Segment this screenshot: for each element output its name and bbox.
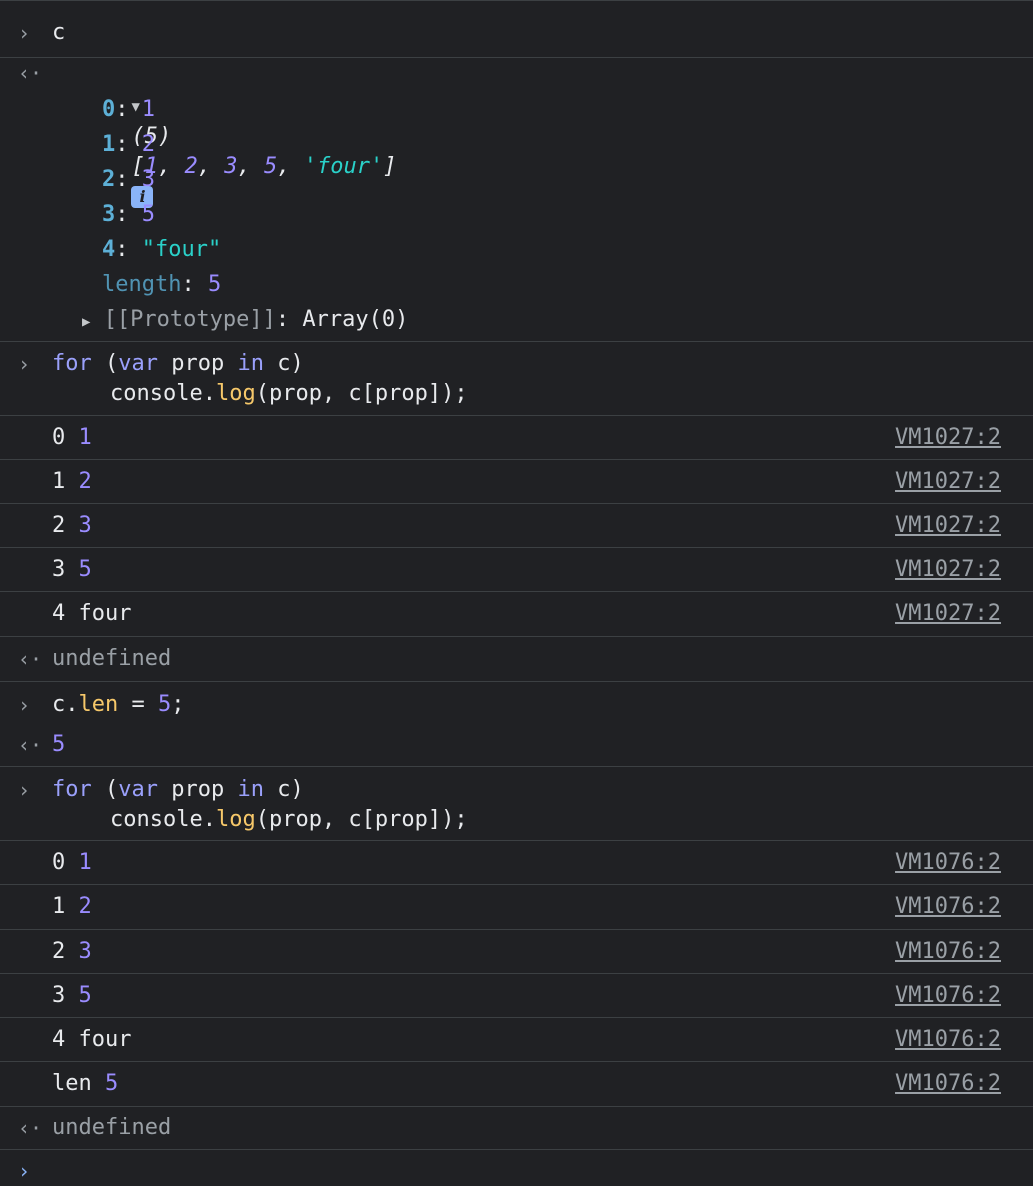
log-row: 1 2 VM1027:2 — [0, 460, 1033, 504]
item-key: 3 — [102, 202, 116, 227]
item-key: 0 — [102, 97, 116, 122]
prototype-label: [[Prototype]] — [103, 307, 276, 332]
log-key: 2 — [52, 513, 66, 538]
item-value: 2 — [141, 132, 155, 157]
input-prompt-icon: › — [18, 693, 31, 717]
result-value: 5 — [52, 732, 66, 757]
input-prompt-icon: › — [18, 352, 31, 376]
log-value: 1 — [78, 425, 92, 450]
log-key: 1 — [52, 469, 66, 494]
item-value: "four" — [141, 237, 222, 262]
output-arrow-icon: ‹· — [18, 1116, 43, 1140]
output-arrow-icon: ‹· — [18, 647, 43, 671]
log-row: len 5 VM1076:2 — [0, 1062, 1033, 1107]
log-value: 3 — [78, 513, 92, 538]
item-key: 2 — [102, 167, 116, 192]
source-link[interactable]: VM1027:2 — [895, 423, 1001, 453]
log-key: 0 — [52, 425, 66, 450]
prototype-value: Array(0) — [302, 307, 409, 332]
log-row: 1 2 VM1076:2 — [0, 885, 1033, 930]
log-row: 4 four VM1076:2 — [0, 1018, 1033, 1062]
source-link[interactable]: VM1076:2 — [895, 1025, 1001, 1055]
array-length: length: 5 — [102, 272, 222, 297]
input-prompt-icon: › — [18, 21, 31, 45]
log-key: 3 — [52, 983, 66, 1008]
array-item: 2: 3 — [102, 167, 155, 192]
result-row: ‹· undefined — [0, 637, 1033, 682]
log-value: four — [78, 1027, 132, 1052]
log-row: 4 four VM1027:2 — [0, 592, 1033, 637]
result-value: undefined — [52, 1115, 172, 1140]
log-value: 2 — [78, 469, 92, 494]
console-prompt[interactable]: › — [0, 1150, 1033, 1184]
log-value: four — [78, 601, 132, 626]
log-key: 3 — [52, 557, 66, 582]
source-link[interactable]: VM1027:2 — [895, 467, 1001, 497]
summary-item: 5 — [263, 154, 278, 179]
console-input-row[interactable]: › c — [0, 0, 1033, 58]
source-link[interactable]: VM1076:2 — [895, 848, 1001, 878]
log-row: 0 1 VM1027:2 — [0, 416, 1033, 460]
log-value: 3 — [78, 939, 92, 964]
console-input-row[interactable]: › for (var prop in c) console.log(prop, … — [0, 767, 1033, 841]
input-code: c — [52, 20, 66, 45]
item-value: 1 — [141, 97, 155, 122]
source-link[interactable]: VM1076:2 — [895, 937, 1001, 967]
log-key: 4 — [52, 601, 66, 626]
source-link[interactable]: VM1027:2 — [895, 511, 1001, 541]
code-line: for (var prop in c) — [52, 351, 304, 376]
code-line: console.log(prop, c[prop]); — [110, 381, 468, 406]
summary-item: 3 — [224, 154, 238, 179]
log-value: 1 — [78, 850, 92, 875]
log-row: 2 3 VM1076:2 — [0, 930, 1033, 974]
assignment-entry[interactable]: › c.len = 5; ‹· 5 — [0, 682, 1033, 767]
item-value: 5 — [141, 202, 155, 227]
input-prompt-icon: › — [18, 778, 31, 802]
item-key: 1 — [102, 132, 116, 157]
log-row: 0 1 VM1076:2 — [0, 841, 1033, 885]
source-link[interactable]: VM1076:2 — [895, 981, 1001, 1011]
output-arrow-icon: ‹· — [18, 733, 43, 757]
source-link[interactable]: VM1027:2 — [895, 555, 1001, 585]
item-value: 3 — [141, 167, 155, 192]
prototype-entry[interactable]: ▶ [[Prototype]]: Array(0) — [82, 305, 408, 337]
result-value: undefined — [52, 646, 172, 671]
code-line: c.len = 5; — [52, 692, 185, 717]
source-link[interactable]: VM1076:2 — [895, 1069, 1001, 1099]
length-value: 5 — [207, 272, 222, 297]
log-row: 2 3 VM1027:2 — [0, 504, 1033, 548]
code-line: console.log(prop, c[prop]); — [110, 807, 468, 832]
output-arrow-icon: ‹· — [18, 61, 43, 85]
bracket-close: ] — [383, 154, 397, 179]
expand-right-icon: ▶ — [82, 314, 91, 330]
console-input-row[interactable]: › for (var prop in c) console.log(prop, … — [0, 342, 1033, 416]
log-value: 5 — [78, 983, 92, 1008]
array-result-row[interactable]: ‹· ▼ (5) [1, 2, 3, 5, 'four'] i 0: 1 1: … — [0, 58, 1033, 342]
prompt-chevron-icon: › — [18, 1159, 31, 1183]
log-value: 5 — [78, 557, 92, 582]
source-link[interactable]: VM1076:2 — [895, 892, 1001, 922]
summary-item: 'four' — [303, 154, 384, 179]
log-row: 3 5 VM1027:2 — [0, 548, 1033, 592]
array-item: 3: 5 — [102, 202, 155, 227]
log-key: 2 — [52, 939, 66, 964]
item-key: 4 — [102, 237, 116, 262]
log-key: 4 — [52, 1027, 66, 1052]
array-item: 0: 1 — [102, 97, 155, 122]
summary-item: 2 — [184, 154, 198, 179]
log-key: 1 — [52, 894, 66, 919]
array-item: 1: 2 — [102, 132, 155, 157]
log-value: 5 — [105, 1071, 119, 1096]
result-row: ‹· undefined — [0, 1107, 1033, 1150]
devtools-console: › c ‹· ▼ (5) [1, 2, 3, 5, 'four'] i 0: 1… — [0, 0, 1033, 1184]
log-row: 3 5 VM1076:2 — [0, 974, 1033, 1018]
log-key: 0 — [52, 850, 66, 875]
source-link[interactable]: VM1027:2 — [895, 599, 1001, 629]
log-value: 2 — [78, 894, 92, 919]
length-key: length — [102, 272, 182, 297]
array-item: 4: "four" — [102, 237, 222, 262]
log-key: len — [52, 1071, 92, 1096]
code-line: for (var prop in c) — [52, 777, 304, 802]
